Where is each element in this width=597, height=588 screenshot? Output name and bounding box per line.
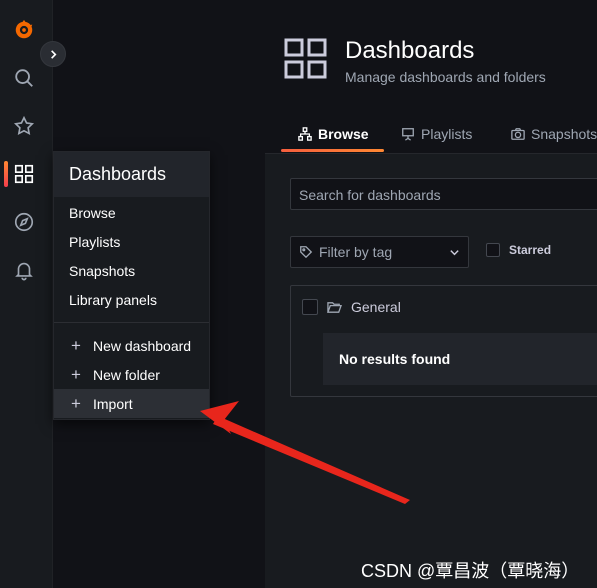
new-folder-button[interactable]: + New folder [54, 360, 209, 389]
starred-checkbox[interactable]: Starred [486, 243, 551, 257]
search-input[interactable]: Search for dashboards [290, 178, 597, 210]
chevron-down-icon [450, 249, 459, 255]
tab-snapshots[interactable]: Snapshots [511, 126, 597, 142]
active-tab-underline [281, 149, 384, 152]
tab-browse[interactable]: Browse [298, 126, 369, 142]
tag-icon [300, 246, 313, 259]
active-indicator [4, 161, 8, 187]
plus-icon: + [71, 393, 81, 413]
grafana-logo-icon[interactable] [12, 18, 36, 42]
menu-item-snapshots[interactable]: Snapshots [69, 263, 135, 279]
action-label: Import [93, 395, 133, 412]
tab-label: Snapshots [531, 126, 597, 142]
import-button[interactable]: + Import [54, 389, 209, 418]
folder-row[interactable]: General [302, 299, 401, 315]
new-dashboard-button[interactable]: + New dashboard [54, 331, 209, 360]
presentation-icon [402, 128, 414, 141]
menu-item-browse[interactable]: Browse [69, 205, 116, 221]
page-subtitle: Manage dashboards and folders [345, 69, 546, 85]
action-label: New dashboard [93, 337, 192, 354]
filter-placeholder: Filter by tag [319, 244, 393, 260]
menu-item-playlists[interactable]: Playlists [69, 234, 120, 250]
plus-icon: + [71, 364, 81, 384]
folder-open-icon [327, 301, 342, 313]
checkbox-box[interactable] [486, 243, 500, 257]
empty-state-message: No results found [323, 333, 597, 385]
dashboards-header-icon [284, 38, 328, 80]
tab-playlists[interactable]: Playlists [401, 126, 472, 142]
starred-label: Starred [509, 243, 552, 257]
menu-title[interactable]: Dashboards [54, 152, 209, 197]
dashboards-nav-menu: Dashboards Browse Playlists Snapshots Li… [53, 151, 210, 420]
tag-filter-select[interactable]: Filter by tag [290, 236, 469, 268]
plus-icon: + [71, 335, 81, 355]
action-label: New folder [93, 366, 160, 383]
alerting-bell-icon[interactable] [12, 258, 36, 282]
menu-divider [54, 322, 209, 323]
folder-checkbox[interactable] [302, 299, 318, 315]
page-title: Dashboards [345, 37, 475, 64]
tab-label: Playlists [421, 126, 473, 142]
watermark-text: CSDN @覃昌波（覃晓海） [361, 561, 580, 581]
search-icon[interactable] [12, 66, 36, 90]
tab-label: Browse [318, 126, 369, 142]
sitemap-icon [298, 127, 312, 141]
menu-item-library-panels[interactable]: Library panels [69, 292, 157, 308]
explore-compass-icon[interactable] [12, 210, 36, 234]
folder-name: General [351, 299, 401, 315]
sidebar [0, 0, 53, 588]
dashboards-icon[interactable] [12, 162, 36, 186]
star-icon[interactable] [12, 114, 36, 138]
camera-icon [511, 128, 525, 140]
